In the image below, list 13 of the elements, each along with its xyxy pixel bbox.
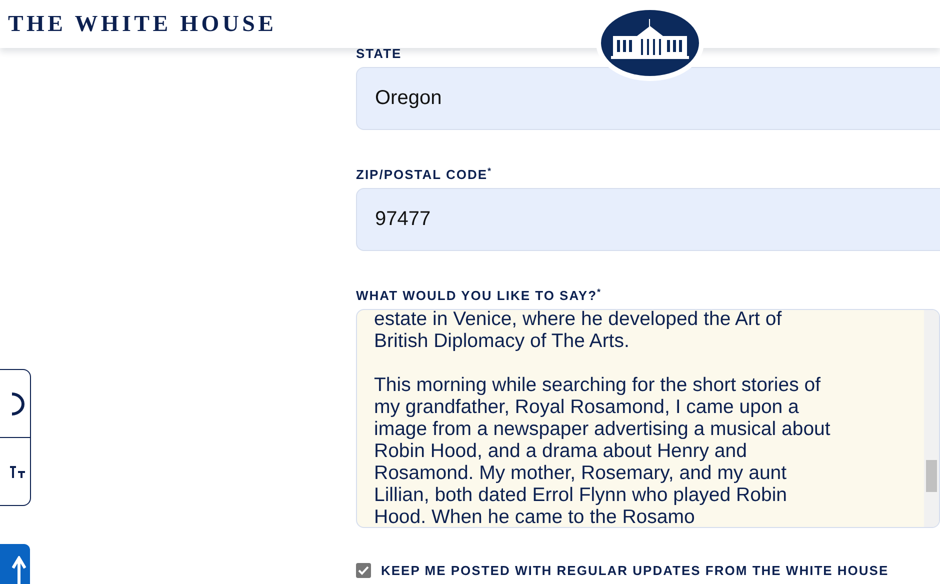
site-title[interactable]: THE WHITE HOUSE [8, 11, 277, 37]
input-field[interactable]: 97477 [356, 188, 940, 251]
arrow-up-icon [12, 556, 26, 584]
message-text: estate in Venice, where he developed the Art of British Diplomacy of The Arts. This morning while searching for the short stories of my grandfather, Royal Rosamond, I came upon a image from a newspaper advertising a musical about Robin Hood, and a drama about Henry and Rosamond. My mother, Rosemary, and my aunt Lillian, both dated Errol Flynn who played Robin Hood. When he came to the Rosamo [374, 310, 832, 527]
input-field[interactable]: Oregon [356, 67, 940, 130]
field-label: STATE [356, 46, 403, 61]
field-label: WHAT WOULD YOU LIKE TO SAY?$^{*}$ [356, 288, 603, 303]
scrollbar[interactable] [924, 310, 939, 527]
text-size-icon [10, 464, 26, 478]
checkbox-label: KEEP ME POSTED WITH REGULAR UPDATES FROM THE WHITE HOUSE [381, 564, 889, 578]
message-field[interactable] [356, 309, 940, 528]
checkbox[interactable] [356, 563, 371, 578]
field-label: ZIP/POSTAL CODE$^{*}$ [356, 167, 494, 182]
